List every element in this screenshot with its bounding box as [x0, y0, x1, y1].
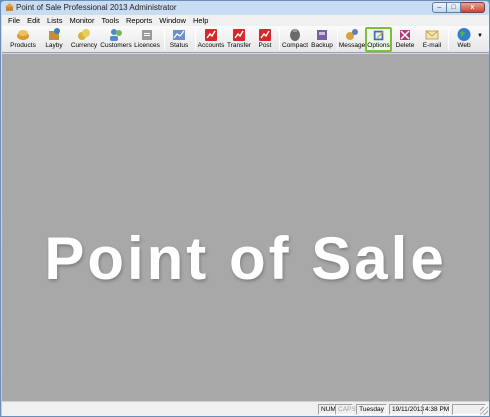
currency-icon — [78, 29, 90, 40]
menu-help[interactable]: Help — [190, 15, 212, 26]
app-icon — [5, 3, 14, 11]
email-icon — [425, 30, 439, 40]
products-label: Products — [10, 42, 36, 49]
options-label: Options — [367, 42, 390, 49]
toolbar: Products Layby Currency Customers Licenc… — [2, 26, 489, 53]
compact-label: Compact — [282, 42, 309, 49]
status-label: Status — [169, 42, 189, 49]
message-label: Message — [338, 42, 366, 49]
licences-icon — [142, 30, 152, 40]
toolbar-separator — [448, 29, 449, 50]
web-label: Web — [457, 42, 471, 49]
post-icon — [259, 29, 271, 41]
window-title: Point of Sale Professional 2013 Administ… — [16, 3, 177, 12]
menu-edit[interactable]: Edit — [24, 15, 44, 26]
menu-bar: File Edit Lists Monitor Tools Reports Wi… — [2, 15, 489, 26]
web-button[interactable]: Web — [453, 27, 475, 52]
products-button[interactable]: Products — [8, 27, 38, 52]
app-window: Point of Sale Professional 2013 Administ… — [0, 0, 490, 417]
email-label: E-mail — [422, 42, 442, 49]
options-button[interactable]: Options — [365, 27, 392, 52]
products-icon — [17, 30, 29, 40]
accounts-button[interactable]: Accounts — [198, 27, 224, 52]
accounts-label: Accounts — [197, 42, 225, 49]
status-num: NUM — [318, 404, 336, 415]
transfer-icon — [233, 29, 245, 41]
layby-label: Layby — [45, 42, 63, 49]
status-bar: NUM CAPS Tuesday 19/11/2013 4:38 PM — [2, 401, 489, 416]
minimize-button[interactable]: – — [432, 2, 447, 13]
web-dropdown-arrow-icon[interactable]: ▼ — [477, 33, 483, 39]
menu-monitor[interactable]: Monitor — [66, 15, 98, 26]
layby-icon — [49, 28, 60, 40]
status-date: 19/11/2013 — [389, 404, 424, 415]
post-label: Post — [258, 42, 272, 49]
status-time: 4:38 PM — [422, 404, 450, 415]
currency-label: Currency — [70, 42, 98, 49]
delete-label: Delete — [395, 42, 415, 49]
toolbar-separator — [279, 29, 280, 50]
close-button[interactable]: x — [461, 2, 485, 13]
backup-label: Backup — [311, 42, 333, 49]
resize-grip[interactable] — [480, 407, 488, 415]
licences-label: Licences — [134, 42, 160, 49]
currency-button[interactable]: Currency — [69, 27, 99, 52]
post-button[interactable]: Post — [255, 27, 275, 52]
status-button[interactable]: Status — [168, 27, 190, 52]
window-controls: – □ x — [432, 2, 485, 13]
customers-icon — [110, 29, 122, 41]
toolbar-separator — [164, 29, 165, 50]
status-day: Tuesday — [356, 404, 387, 415]
menu-file[interactable]: File — [5, 15, 24, 26]
backup-button[interactable]: Backup — [310, 27, 334, 52]
email-button[interactable]: E-mail — [422, 27, 442, 52]
customers-button[interactable]: Customers — [100, 27, 132, 52]
options-icon — [373, 30, 384, 41]
transfer-button[interactable]: Transfer — [226, 27, 252, 52]
status-caps: CAPS — [335, 404, 356, 415]
main-workspace: Point of Sale — [2, 54, 489, 401]
maximize-button[interactable]: □ — [447, 2, 461, 13]
menu-window[interactable]: Window — [156, 15, 190, 26]
backup-icon — [317, 30, 327, 40]
compact-button[interactable]: Compact — [282, 27, 308, 52]
status-icon — [173, 30, 185, 40]
licences-button[interactable]: Licences — [133, 27, 161, 52]
delete-icon — [400, 30, 410, 40]
message-button[interactable]: Message — [338, 27, 366, 52]
delete-button[interactable]: Delete — [395, 27, 415, 52]
toolbar-separator — [195, 29, 196, 50]
title-bar[interactable]: Point of Sale Professional 2013 Administ… — [1, 1, 489, 15]
globe-icon — [457, 28, 471, 41]
menu-reports[interactable]: Reports — [123, 15, 156, 26]
transfer-label: Transfer — [227, 42, 251, 49]
accounts-icon — [205, 29, 217, 41]
compact-icon — [290, 29, 300, 41]
menu-tools[interactable]: Tools — [98, 15, 123, 26]
splash-title: Point of Sale — [44, 225, 447, 292]
layby-button[interactable]: Layby — [42, 27, 66, 52]
message-icon — [346, 29, 358, 40]
menu-lists[interactable]: Lists — [44, 15, 66, 26]
customers-label: Customers — [100, 42, 132, 49]
